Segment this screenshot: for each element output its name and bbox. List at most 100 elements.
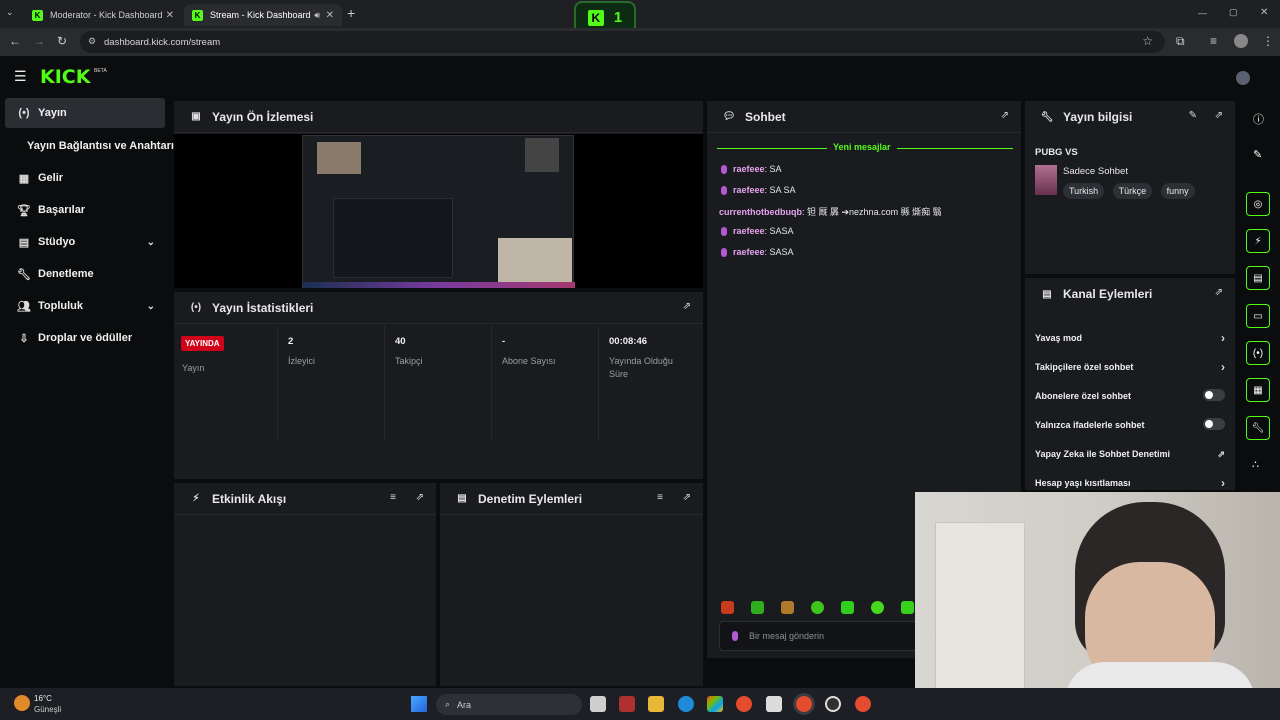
- rail-preview-button[interactable]: ◎: [1246, 192, 1270, 216]
- chat-message[interactable]: raefeee : SASA: [721, 247, 794, 257]
- rail-mod-actions-button[interactable]: ▤: [1246, 266, 1270, 290]
- popout-icon[interactable]: ⇗: [683, 492, 691, 503]
- close-tab-icon[interactable]: ✕: [166, 10, 174, 21]
- panel-title: Yayın bilgisi: [1063, 110, 1133, 124]
- minimize-icon[interactable]: —: [1198, 8, 1207, 18]
- weather-temp[interactable]: 16°C: [34, 694, 52, 703]
- site-info-icon[interactable]: ⚙: [88, 36, 96, 47]
- filter-icon[interactable]: ≡: [657, 492, 663, 503]
- rail-activity-button[interactable]: ⚡︎: [1246, 229, 1270, 253]
- sidebar-item-gelir[interactable]: ▦ Gelir: [5, 163, 165, 193]
- sidebar-item-yayin[interactable]: (•) Yayın: [5, 98, 165, 128]
- copilot-icon[interactable]: [707, 696, 723, 712]
- reading-list-icon[interactable]: ≡: [1210, 34, 1217, 48]
- tag[interactable]: Türkçe: [1112, 183, 1153, 199]
- obs-icon[interactable]: [825, 696, 841, 712]
- tag[interactable]: Turkish: [1063, 183, 1105, 199]
- rail-channel-actions-button[interactable]: ▦: [1246, 378, 1270, 402]
- chat-username[interactable]: raefeee: [733, 226, 765, 236]
- live-badge: YAYINDA: [181, 336, 224, 351]
- chrome-profile-icon[interactable]: [855, 696, 871, 712]
- chevron-down-icon: ⌄: [146, 236, 155, 248]
- kick-logo[interactable]: KICK: [40, 66, 90, 88]
- chat-username[interactable]: raefeee: [733, 185, 765, 195]
- emote-icon[interactable]: [841, 601, 854, 614]
- close-window-icon[interactable]: ✕: [1260, 7, 1268, 18]
- forward-icon[interactable]: →: [33, 34, 45, 48]
- speaker-icon[interactable]: 🔊︎: [314, 10, 320, 21]
- chat-message[interactable]: currenthotbedbuqb : 钽 厩 羼 ➔nezhna.com 縣 …: [719, 205, 942, 218]
- ai-moderation-row[interactable]: Yapay Zeka ile Sohbet Denetimi ⇗: [1035, 449, 1225, 459]
- tag[interactable]: funny: [1160, 183, 1195, 199]
- emotes-only-toggle[interactable]: [1203, 418, 1225, 430]
- maximize-icon[interactable]: ▢: [1229, 7, 1238, 18]
- tab-stream[interactable]: K Stream - Kick Dashboard 🔊︎ ✕: [184, 4, 342, 26]
- chat-message[interactable]: raefeee : SA SA: [721, 185, 796, 195]
- tab-moderator[interactable]: K Moderator - Kick Dashboard ✕: [24, 4, 182, 26]
- info-icon[interactable]: ⓘ: [1253, 111, 1264, 127]
- sidebar-item-studyo[interactable]: ▤ Stüdyo ⌄: [5, 227, 165, 257]
- chat-username[interactable]: currenthotbedbuqb: [719, 207, 802, 217]
- browser-menu-icon[interactable]: ⋮: [1262, 34, 1274, 48]
- sidebar-item-droplar[interactable]: ⇩ Droplar ve ödüller: [5, 323, 165, 353]
- popout-icon[interactable]: ⇗: [683, 301, 691, 312]
- bookmark-star-icon[interactable]: ☆: [1142, 34, 1153, 48]
- extensions-icon[interactable]: ⧉: [1176, 34, 1185, 49]
- file-explorer-icon[interactable]: [648, 696, 664, 712]
- chat-username[interactable]: raefeee: [733, 247, 765, 257]
- edge-icon[interactable]: [678, 696, 694, 712]
- weather-icon[interactable]: [14, 695, 30, 711]
- popout-icon[interactable]: ⇗: [1001, 110, 1009, 121]
- chat-message[interactable]: raefeee : SASA: [721, 226, 794, 236]
- emote-icon[interactable]: [901, 601, 914, 614]
- subscribers-only-toggle[interactable]: [1203, 389, 1225, 401]
- close-tab-icon[interactable]: ✕: [326, 10, 334, 21]
- edit-pencil-icon[interactable]: ✎: [1253, 148, 1262, 161]
- rail-stream-info-button[interactable]: 🔧︎: [1246, 416, 1270, 440]
- url-input[interactable]: ⚙ dashboard.kick.com/stream ☆: [80, 31, 1165, 53]
- sidebar-item-topluluk[interactable]: 👥︎ Topluluk ⌄: [5, 291, 165, 321]
- weather-desc[interactable]: Güneşli: [34, 705, 61, 714]
- chat-username[interactable]: raefeee: [733, 164, 765, 174]
- video-area[interactable]: [174, 134, 703, 288]
- tab-search-icon[interactable]: ⌄: [6, 7, 20, 21]
- windows-start-icon[interactable]: [411, 696, 427, 712]
- rail-chat-button[interactable]: ▭: [1246, 304, 1270, 328]
- new-tab-button[interactable]: +: [347, 5, 355, 21]
- sidebar-item-denetleme[interactable]: 🔧︎ Denetleme: [5, 259, 165, 289]
- emote-icon[interactable]: [871, 601, 884, 614]
- back-icon[interactable]: ←: [9, 34, 21, 48]
- sidebar-item-basarilar[interactable]: 🏆︎ Başarılar: [5, 195, 165, 225]
- chrome-icon[interactable]: [736, 696, 752, 712]
- chat-input[interactable]: Bir mesaj gönderin: [719, 621, 919, 651]
- emote-icon[interactable]: [811, 601, 824, 614]
- chat-message[interactable]: raefeee : SA: [721, 164, 782, 174]
- edit-pencil-icon[interactable]: ✎: [1189, 110, 1197, 121]
- mic-badge-icon: [721, 185, 727, 195]
- sidebar-item-label: Yayın: [38, 107, 67, 119]
- emote-icon[interactable]: [781, 601, 794, 614]
- taskbar-search[interactable]: ⌕ Ara: [436, 694, 582, 715]
- chrome-active-icon[interactable]: [796, 696, 812, 712]
- followers-only-row[interactable]: Takipçilere özel sohbet ›: [1035, 360, 1225, 374]
- slow-mode-row[interactable]: Yavaş mod ›: [1035, 331, 1225, 345]
- filter-icon[interactable]: ≡: [390, 492, 396, 503]
- more-options-icon[interactable]: ∴: [1252, 458, 1259, 471]
- hamburger-menu-icon[interactable]: ☰: [14, 68, 27, 85]
- profile-avatar[interactable]: [1234, 34, 1248, 48]
- account-age-row[interactable]: Hesap yaşı kısıtlaması ›: [1035, 476, 1225, 490]
- new-messages-label[interactable]: Yeni mesajlar: [827, 142, 897, 152]
- emote-icon[interactable]: [721, 601, 734, 614]
- popout-icon[interactable]: ⇗: [416, 492, 424, 503]
- reload-icon[interactable]: ↻: [57, 34, 67, 48]
- app-icon[interactable]: [619, 696, 635, 712]
- store-icon[interactable]: [766, 696, 782, 712]
- emote-icon[interactable]: [751, 601, 764, 614]
- task-view-icon[interactable]: [590, 696, 606, 712]
- popout-icon[interactable]: ⇗: [1215, 287, 1223, 298]
- sidebar-item-stream-key[interactable]: Yayın Bağlantısı ve Anahtarı: [5, 131, 174, 161]
- popout-icon[interactable]: ⇗: [1215, 110, 1223, 121]
- rail-stats-button[interactable]: (•): [1246, 341, 1270, 365]
- user-avatar[interactable]: [1236, 71, 1250, 85]
- mic-badge-icon: [721, 247, 727, 257]
